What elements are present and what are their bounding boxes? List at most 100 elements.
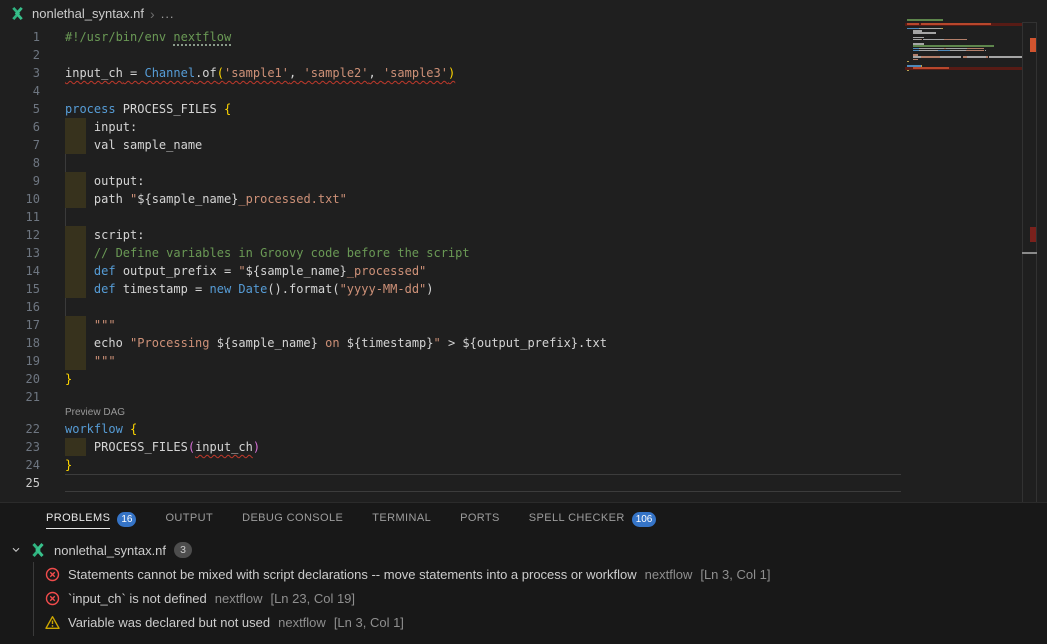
panel-tab-terminal[interactable]: TERMINAL bbox=[372, 503, 431, 538]
breadcrumb-file[interactable]: nonlethal_syntax.nf bbox=[32, 6, 144, 21]
line-number: 21 bbox=[0, 388, 40, 406]
line-number: 1 bbox=[0, 28, 40, 46]
line-number: 10 bbox=[0, 190, 40, 208]
minimap-code-segment bbox=[907, 61, 909, 63]
token: _processed" bbox=[347, 264, 426, 278]
code-line-19[interactable]: 19 """ bbox=[0, 352, 905, 370]
panel-tab-output[interactable]: OUTPUT bbox=[165, 503, 213, 538]
token bbox=[65, 354, 94, 368]
panel-tab-badge: 106 bbox=[632, 512, 657, 527]
token: ( bbox=[217, 66, 224, 80]
line-number: 13 bbox=[0, 244, 40, 262]
problem-row[interactable]: `input_ch` is not definednextflow[Ln 23,… bbox=[0, 586, 1047, 610]
nextflow-file-icon bbox=[30, 542, 46, 558]
token: ().format( bbox=[267, 282, 339, 296]
line-number: 5 bbox=[0, 100, 40, 118]
minimap-code-segment bbox=[947, 67, 949, 69]
minimap-code-segment bbox=[941, 28, 943, 30]
line-content: output: bbox=[65, 172, 905, 190]
token: "yyyy-MM-dd" bbox=[340, 282, 427, 296]
minimap-code-segment bbox=[924, 23, 935, 25]
token: output_prefix = bbox=[123, 264, 239, 278]
code-line-18[interactable]: 18 echo "Processing ${sample_name} on ${… bbox=[0, 334, 905, 352]
scrollbar-slider-left-edge[interactable] bbox=[1022, 22, 1023, 502]
minimap-code-segment bbox=[975, 23, 989, 25]
token: script: bbox=[65, 228, 144, 242]
code-line-16[interactable]: 16 bbox=[0, 298, 905, 316]
codelens-preview-dag[interactable]: Preview DAG bbox=[0, 406, 905, 420]
code-line-14[interactable]: 14 def output_prefix = "${sample_name}_p… bbox=[0, 262, 905, 280]
code-region[interactable]: 1 #!/usr/bin/env nextflow23input_ch = Cha… bbox=[0, 28, 905, 492]
scrollbar-slider-top-edge bbox=[1022, 22, 1037, 23]
code-line-25[interactable]: 25 bbox=[0, 474, 905, 492]
token: """ bbox=[94, 354, 116, 368]
token: ) bbox=[448, 66, 455, 80]
code-line-24[interactable]: 24} bbox=[0, 456, 905, 474]
panel-tab-ports[interactable]: PORTS bbox=[460, 503, 500, 538]
line-content bbox=[65, 154, 905, 172]
token: input_ch bbox=[195, 440, 253, 454]
code-line-12[interactable]: 12 script: bbox=[0, 226, 905, 244]
line-number: 25 bbox=[0, 474, 40, 492]
minimap-code-segment bbox=[913, 59, 918, 61]
code-line-11[interactable]: 11 bbox=[0, 208, 905, 226]
code-line-15[interactable]: 15 def timestamp = new Date().format("yy… bbox=[0, 280, 905, 298]
code-line-22[interactable]: 22workflow { bbox=[0, 420, 905, 438]
code-line-10[interactable]: 10 path "${sample_name}_processed.txt" bbox=[0, 190, 905, 208]
minimap-code-segment bbox=[913, 39, 921, 41]
code-line-23[interactable]: 23 PROCESS_FILES(input_ch) bbox=[0, 438, 905, 456]
token: } bbox=[65, 458, 72, 472]
problem-row[interactable]: Statements cannot be mixed with script d… bbox=[0, 562, 1047, 586]
minimap-code-segment bbox=[967, 56, 986, 58]
token: val sample_name bbox=[65, 138, 202, 152]
scrollbar-slider-right-edge[interactable] bbox=[1036, 22, 1037, 502]
problems-file-group[interactable]: nonlethal_syntax.nf 3 bbox=[0, 538, 1047, 562]
line-content: val sample_name bbox=[65, 136, 905, 154]
token: nextflow bbox=[173, 30, 231, 44]
line-content: // Define variables in Groovy code befor… bbox=[65, 244, 905, 262]
line-number: 6 bbox=[0, 118, 40, 136]
token: " bbox=[238, 264, 245, 278]
panel-tab-badge: 16 bbox=[117, 512, 136, 527]
breadcrumb-more[interactable]: ... bbox=[161, 6, 175, 21]
panel-tab-problems[interactable]: PROBLEMS16 bbox=[46, 503, 136, 538]
chevron-down-icon[interactable] bbox=[10, 544, 22, 556]
panel-tab-debug-console[interactable]: DEBUG CONSOLE bbox=[242, 503, 343, 538]
bottom-panel: PROBLEMS16 OUTPUT DEBUG CONSOLE TERMINAL POR… bbox=[0, 502, 1047, 644]
token: ) bbox=[426, 282, 433, 296]
token: PROCESS_FILES bbox=[123, 102, 224, 116]
line-content: } bbox=[65, 456, 905, 474]
code-line-3[interactable]: 3input_ch = Channel.of('sample1', 'sampl… bbox=[0, 64, 905, 82]
code-line-2[interactable]: 2 bbox=[0, 46, 905, 64]
code-line-9[interactable]: 9 output: bbox=[0, 172, 905, 190]
panel-tab-spell-checker[interactable]: SPELL CHECKER106 bbox=[529, 503, 657, 538]
token: 'sample3' bbox=[383, 66, 448, 80]
code-line-17[interactable]: 17 """ bbox=[0, 316, 905, 334]
minimap-code-segment bbox=[940, 56, 962, 58]
minimap-code-segment bbox=[950, 50, 966, 52]
code-line-4[interactable]: 4 bbox=[0, 82, 905, 100]
line-content: #!/usr/bin/env nextflow bbox=[65, 28, 905, 46]
code-line-5[interactable]: 5process PROCESS_FILES { bbox=[0, 100, 905, 118]
minimap-code-segment bbox=[919, 28, 941, 30]
code-line-21[interactable]: 21 bbox=[0, 388, 905, 406]
code-line-8[interactable]: 8 bbox=[0, 154, 905, 172]
code-line-1[interactable]: 1 #!/usr/bin/env nextflow bbox=[0, 28, 905, 46]
code-line-13[interactable]: 13 // Define variables in Groovy code be… bbox=[0, 244, 905, 262]
line-content: """ bbox=[65, 316, 905, 334]
problem-row[interactable]: Variable was declared but not usednextfl… bbox=[0, 610, 1047, 634]
token: ( bbox=[188, 440, 195, 454]
minimap-code-segment bbox=[935, 67, 947, 69]
token: "Processing bbox=[130, 336, 217, 350]
code-line-6[interactable]: 6 input: bbox=[0, 118, 905, 136]
token: process bbox=[65, 102, 123, 116]
minimap[interactable] bbox=[905, 14, 1022, 502]
problem-location: [Ln 3, Col 1] bbox=[700, 567, 770, 582]
line-number: 7 bbox=[0, 136, 40, 154]
line-content: def output_prefix = "${sample_name}_proc… bbox=[65, 262, 905, 280]
code-line-7[interactable]: 7 val sample_name bbox=[0, 136, 905, 154]
minimap-code-segment bbox=[992, 56, 1017, 58]
line-content: path "${sample_name}_processed.txt" bbox=[65, 190, 905, 208]
line-content: input: bbox=[65, 118, 905, 136]
code-line-20[interactable]: 20} bbox=[0, 370, 905, 388]
